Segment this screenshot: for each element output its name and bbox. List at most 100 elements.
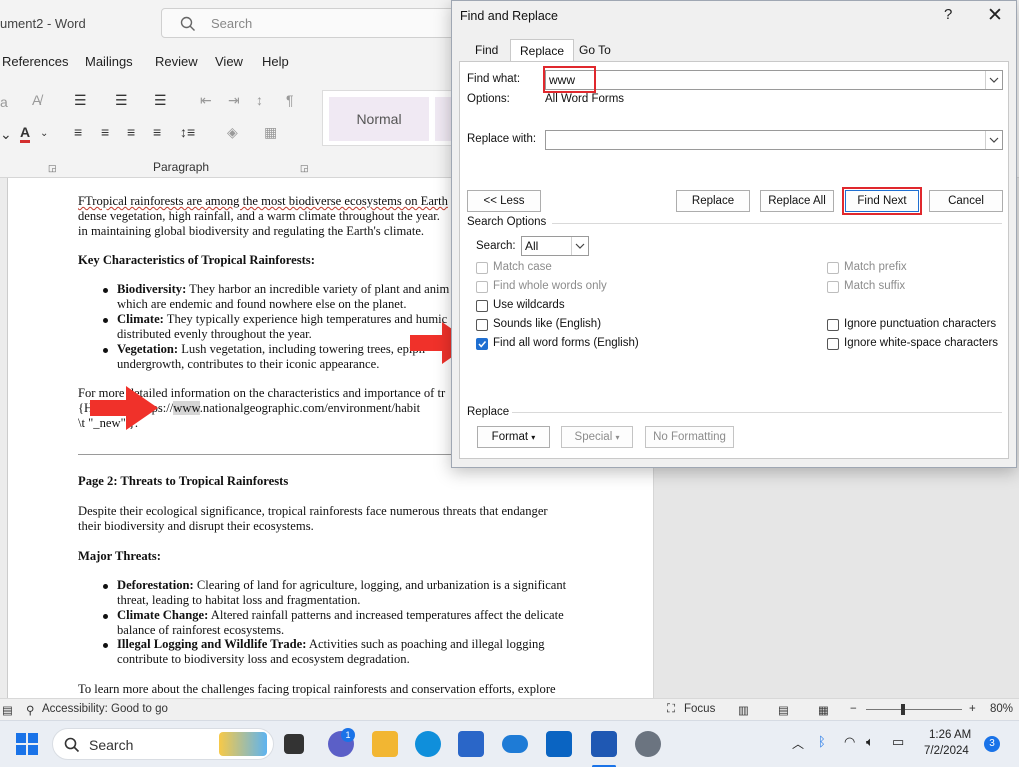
- find-what-input[interactable]: www: [545, 70, 1003, 90]
- shading-icon[interactable]: ◈: [227, 124, 238, 140]
- font-size-icon[interactable]: a: [0, 94, 8, 110]
- file-explorer-icon[interactable]: [372, 731, 398, 757]
- dialog-launcher-icon[interactable]: ◲: [300, 160, 309, 176]
- increase-indent-icon[interactable]: ⇥: [228, 92, 240, 108]
- word-search-box[interactable]: Search: [161, 8, 461, 38]
- tab-help[interactable]: Help: [262, 54, 289, 69]
- find-next-highlight: [842, 187, 922, 215]
- chat-badge: 1: [341, 728, 355, 742]
- ignore-whitespace-checkbox[interactable]: [827, 338, 839, 350]
- pilcrow-icon[interactable]: ¶: [286, 92, 294, 108]
- battery-icon[interactable]: ▭: [892, 734, 904, 750]
- edge-icon[interactable]: [415, 731, 441, 757]
- tab-references[interactable]: References: [2, 54, 68, 69]
- wifi-icon[interactable]: ◠: [844, 734, 855, 750]
- sounds-like-checkbox[interactable]: [476, 319, 488, 331]
- match-prefix-checkbox[interactable]: [827, 262, 839, 274]
- help-icon[interactable]: ?: [944, 6, 952, 23]
- replace-with-input[interactable]: [545, 130, 1003, 150]
- print-layout-icon[interactable]: ▤: [778, 703, 789, 717]
- tab-view[interactable]: View: [215, 54, 243, 69]
- replace-button[interactable]: Replace: [676, 190, 750, 212]
- doc-line: dense vegetation, high rainfall, and a w…: [78, 209, 440, 223]
- focus-icon[interactable]: ⛶: [667, 703, 675, 716]
- doc-line: Vegetation: Lush vegetation, including t…: [117, 342, 426, 356]
- match-suffix-checkbox[interactable]: [827, 281, 839, 293]
- justify-icon[interactable]: ≡: [153, 124, 161, 140]
- whole-words-checkbox[interactable]: [476, 281, 488, 293]
- taskbar-search[interactable]: Search: [52, 728, 274, 760]
- match-prefix-label: Match prefix: [844, 261, 907, 273]
- align-right-icon[interactable]: ≡: [127, 124, 135, 140]
- settings-gear-icon[interactable]: [635, 731, 661, 757]
- chevron-down-icon[interactable]: ⌄: [40, 126, 48, 142]
- store-icon[interactable]: [458, 731, 484, 757]
- cancel-button[interactable]: Cancel: [929, 190, 1003, 212]
- use-wildcards-checkbox[interactable]: [476, 300, 488, 312]
- zoom-out-icon[interactable]: −: [850, 703, 857, 715]
- search-highlight-icon: [219, 732, 267, 756]
- outlook-icon[interactable]: [546, 731, 572, 757]
- replace-all-button[interactable]: Replace All: [760, 190, 834, 212]
- options-label: Options:: [467, 93, 510, 105]
- focus-button[interactable]: Focus: [684, 703, 715, 715]
- task-view-icon[interactable]: [284, 734, 304, 754]
- windows-start-icon[interactable]: [16, 733, 38, 755]
- dropdown-icon[interactable]: ⌄: [0, 126, 12, 142]
- tab-mailings[interactable]: Mailings: [85, 54, 133, 69]
- clock-time[interactable]: 1:26 AM: [929, 729, 971, 741]
- zoom-in-icon[interactable]: +: [969, 703, 976, 715]
- decrease-indent-icon[interactable]: ⇤: [200, 92, 212, 108]
- vertical-ruler: [0, 178, 8, 698]
- bullets-icon[interactable]: ☰: [74, 92, 87, 108]
- word-forms-checkbox[interactable]: [476, 338, 488, 350]
- chevron-up-icon[interactable]: ︿: [792, 735, 804, 752]
- tab-review[interactable]: Review: [155, 54, 198, 69]
- ignore-punctuation-checkbox[interactable]: [827, 319, 839, 331]
- tab-replace[interactable]: Replace: [510, 39, 575, 62]
- format-button[interactable]: Format ▾: [477, 426, 550, 448]
- align-left-icon[interactable]: ≡: [74, 124, 82, 140]
- numbering-icon[interactable]: ☰: [115, 92, 128, 108]
- word-icon[interactable]: [591, 731, 617, 757]
- zoom-slider-thumb[interactable]: [901, 704, 905, 715]
- search-direction-label: Search:: [476, 240, 516, 252]
- tab-find[interactable]: Find: [466, 39, 507, 61]
- font-color-icon[interactable]: A: [20, 124, 31, 143]
- close-icon[interactable]: ✕: [987, 4, 1003, 27]
- accessibility-status[interactable]: Accessibility: Good to go: [42, 703, 168, 715]
- ignore-whitespace-label: Ignore white-space characters: [844, 337, 999, 349]
- style-normal[interactable]: Normal: [329, 97, 429, 141]
- caret-down-icon: ▾: [615, 433, 620, 442]
- font-dialog-launcher-icon[interactable]: ◲: [48, 160, 57, 176]
- sort-icon[interactable]: ↕: [256, 92, 263, 108]
- line-spacing-icon[interactable]: ↕≡: [180, 124, 195, 140]
- accessibility-icon[interactable]: ⚲: [26, 703, 34, 717]
- no-formatting-button[interactable]: No Formatting: [645, 426, 734, 448]
- zoom-slider[interactable]: [866, 709, 962, 710]
- zoom-level[interactable]: 80%: [990, 703, 1013, 715]
- chevron-down-icon[interactable]: [985, 71, 1002, 89]
- align-center-icon[interactable]: ≡: [101, 124, 109, 140]
- web-layout-icon[interactable]: ▦: [818, 703, 829, 717]
- borders-icon[interactable]: ▦: [264, 124, 277, 140]
- taskbar-search-label: Search: [89, 737, 134, 753]
- multilevel-list-icon[interactable]: ☰: [154, 92, 167, 108]
- volume-icon[interactable]: 🔈︎: [866, 734, 874, 750]
- bluetooth-icon[interactable]: ᛒ: [818, 734, 826, 749]
- doc-line: Biodiversity: They harbor an incredible …: [117, 282, 450, 296]
- match-case-checkbox[interactable]: [476, 262, 488, 274]
- read-mode-icon[interactable]: ▥: [738, 703, 749, 717]
- tab-goto[interactable]: Go To: [570, 39, 620, 61]
- doc-line: in maintaining global biodiversity and r…: [78, 224, 425, 238]
- chevron-down-icon[interactable]: [985, 131, 1002, 149]
- notification-badge[interactable]: 3: [984, 736, 1000, 752]
- search-direction-select[interactable]: All: [521, 236, 589, 256]
- clear-formatting-icon[interactable]: A̸: [32, 92, 41, 108]
- less-button[interactable]: << Less: [467, 190, 541, 212]
- onedrive-icon[interactable]: [502, 735, 528, 753]
- status-bar: ▤ ⚲ Accessibility: Good to go ⛶ Focus ▥ …: [0, 698, 1019, 720]
- clock-date[interactable]: 7/2/2024: [924, 745, 969, 757]
- special-button[interactable]: Special ▾: [561, 426, 633, 448]
- chevron-down-icon[interactable]: [571, 237, 588, 255]
